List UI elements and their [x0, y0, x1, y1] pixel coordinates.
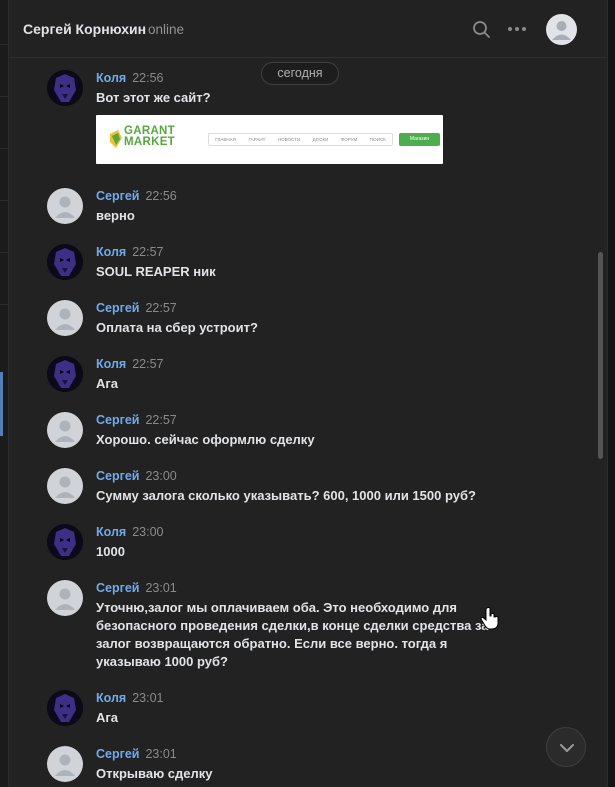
message-time: 23:01 — [145, 581, 177, 595]
message-text: Вот этот же сайт? — [96, 90, 211, 105]
message-time: 23:00 — [145, 469, 177, 483]
author-name[interactable]: Сергей — [96, 413, 139, 427]
user-avatar-icon[interactable] — [546, 14, 577, 45]
chat-window: Сергей Корнюхин online сегодня Коля 22:56… — [8, 0, 608, 787]
message-text: верно — [96, 208, 135, 223]
attachment-logo: GARANT MARKET — [124, 125, 175, 148]
message-text: 1000 — [96, 544, 125, 559]
message-meta: Коля 22:56 — [96, 71, 163, 85]
message-text: Ага — [96, 376, 119, 391]
scrollbar[interactable] — [597, 58, 605, 787]
chat-title[interactable]: Сергей Корнюхин — [23, 21, 146, 37]
message-text: Открываю сделку — [96, 766, 213, 781]
message-meta: Сергей 22:57 — [96, 301, 177, 315]
avatar[interactable] — [47, 468, 83, 504]
message-meta: Сергей 22:56 — [96, 189, 177, 203]
message-meta: Сергей 23:00 — [96, 469, 177, 483]
message-text: Оплата на сбер устроит? — [96, 320, 258, 335]
more-dots-icon[interactable] — [504, 16, 530, 42]
avatar[interactable] — [47, 524, 83, 560]
message-time: 22:57 — [145, 301, 177, 315]
attachment-nav: ГЛАВНАЯ ГАРАНТ НОВОСТИ ДОСКИ ФОРУМ ПОИСК — [208, 133, 393, 146]
author-name[interactable]: Сергей — [96, 301, 139, 315]
avatar[interactable] — [47, 70, 83, 106]
date-separator: сегодня — [261, 62, 339, 85]
online-status: online — [148, 22, 185, 37]
message-time: 23:00 — [132, 525, 164, 539]
chat-header: Сергей Корнюхин online — [9, 0, 607, 58]
search-icon[interactable] — [468, 16, 494, 42]
avatar[interactable] — [47, 690, 83, 726]
author-name[interactable]: Сергей — [96, 581, 139, 595]
scroll-down-button[interactable] — [546, 727, 586, 767]
attachment-nav-item: ФОРУМ — [340, 137, 358, 142]
author-name[interactable]: Коля — [96, 245, 126, 259]
avatar[interactable] — [47, 580, 83, 616]
avatar[interactable] — [47, 746, 83, 782]
author-name[interactable]: Сергей — [96, 469, 139, 483]
avatar[interactable] — [47, 244, 83, 280]
author-name[interactable]: Коля — [96, 71, 126, 85]
attachment-nav-item: ПОИСК — [369, 137, 386, 142]
message-meta: Коля 22:57 — [96, 357, 163, 371]
avatar[interactable] — [47, 356, 83, 392]
attachment-nav-item: ГАРАНТ — [248, 137, 266, 142]
message-meta: Сергей 22:57 — [96, 413, 177, 427]
scrollbar-thumb[interactable] — [598, 252, 603, 459]
message-meta: Сергей 23:01 — [96, 747, 177, 761]
message-time: 22:56 — [145, 189, 177, 203]
avatar[interactable] — [47, 412, 83, 448]
link-preview-image[interactable]: GARANT MARKET ГЛАВНАЯ ГАРАНТ НОВОСТИ ДОСК… — [96, 115, 443, 164]
message-list[interactable]: сегодня Коля 22:56 Вот этот же сайт? GARA… — [9, 58, 607, 787]
avatar[interactable] — [47, 188, 83, 224]
logo-line2: MARKET — [124, 136, 175, 148]
avatar[interactable] — [47, 300, 83, 336]
attachment-shop-button: Магазин — [399, 133, 440, 146]
message-text: Уточню,залог мы оплачиваем оба. Это необ… — [96, 600, 489, 669]
message-time: 22:57 — [145, 413, 177, 427]
message-text: SOUL REAPER ник — [96, 264, 216, 279]
attachment-nav-item: ДОСКИ — [312, 137, 329, 142]
message-text: Сумму залога сколько указывать? 600, 100… — [96, 488, 476, 503]
chevron-down-icon — [560, 744, 574, 752]
attachment-nav-item: ГЛАВНАЯ — [215, 137, 236, 142]
active-chat-indicator — [0, 372, 3, 436]
garant-logo-icon — [110, 130, 122, 148]
author-name[interactable]: Коля — [96, 357, 126, 371]
message-meta: Коля 22:57 — [96, 245, 163, 259]
message-text: Ага — [96, 710, 119, 725]
message-meta: Сергей 23:01 — [96, 581, 177, 595]
message-time: 22:56 — [132, 71, 164, 85]
message-time: 23:01 — [145, 747, 177, 761]
message-meta: Коля 23:01 — [96, 691, 163, 705]
author-name[interactable]: Сергей — [96, 189, 139, 203]
author-name[interactable]: Коля — [96, 525, 126, 539]
message-meta: Коля 23:00 — [96, 525, 163, 539]
author-name[interactable]: Коля — [96, 691, 126, 705]
message-time: 23:01 — [132, 691, 164, 705]
message-time: 22:57 — [132, 245, 164, 259]
message-time: 22:57 — [132, 357, 164, 371]
message-text: Хорошо. сейчас оформлю сделку — [96, 432, 315, 447]
attachment-nav-item: НОВОСТИ — [277, 137, 301, 142]
author-name[interactable]: Сергей — [96, 747, 139, 761]
hand-cursor-icon — [480, 606, 500, 630]
